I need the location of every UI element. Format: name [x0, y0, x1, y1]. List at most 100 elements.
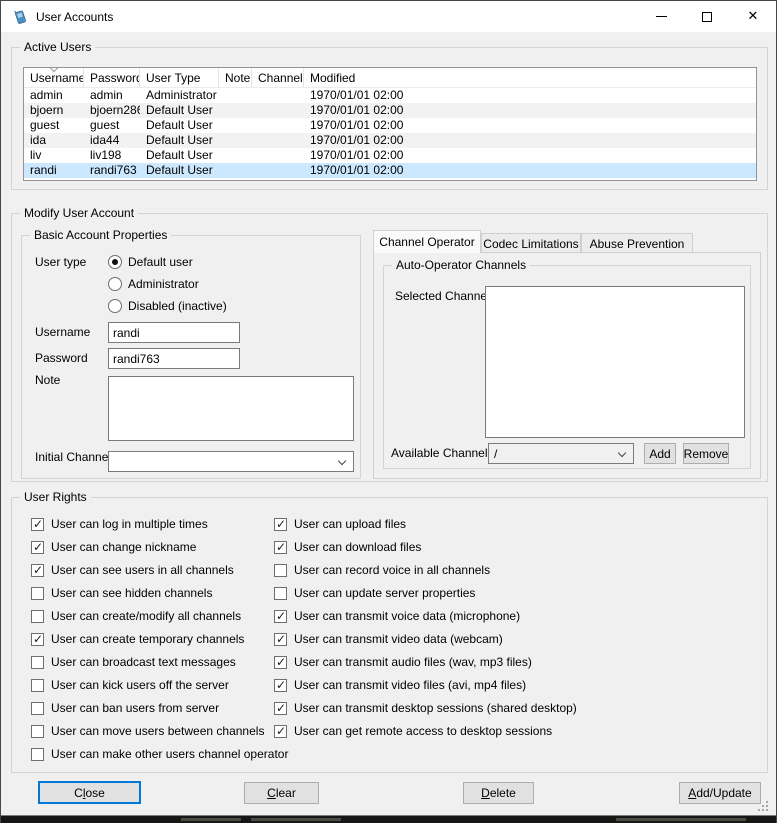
user-right-checkbox[interactable]: User can transmit voice data (microphone… — [274, 608, 520, 624]
cell-channel — [252, 118, 304, 133]
table-row[interactable]: livliv198Default User1970/01/01 02:00 — [24, 148, 756, 163]
resize-grip[interactable] — [758, 809, 760, 811]
delete-button[interactable]: Delete — [463, 782, 534, 804]
cell-password: admin — [84, 88, 140, 103]
user-right-checkbox[interactable]: User can see hidden channels — [31, 585, 212, 601]
user-type-radio-default-user[interactable]: Default user — [108, 254, 193, 270]
table-row[interactable]: adminadminAdministrator1970/01/01 02:00 — [24, 88, 756, 103]
cell-password: liv198 — [84, 148, 140, 163]
user-right-checkbox[interactable]: User can see users in all channels — [31, 562, 234, 578]
note-label: Note — [35, 372, 60, 388]
column-header-modified[interactable]: Modified — [304, 68, 756, 87]
table-header: UsernamePasswordUser TypeNoteChannelModi… — [24, 68, 756, 88]
user-right-checkbox[interactable]: User can record voice in all channels — [274, 562, 490, 578]
tab-channel-operator[interactable]: Channel Operator — [373, 230, 481, 253]
user-right-checkbox[interactable]: User can transmit desktop sessions (shar… — [274, 700, 577, 716]
cell-modified: 1970/01/01 02:00 — [304, 118, 756, 133]
username-label: Username — [35, 324, 90, 340]
initial-channel-combobox[interactable] — [108, 451, 354, 472]
add-button[interactable]: Add — [644, 443, 676, 464]
user-type-label: User type — [35, 254, 86, 270]
column-header-note[interactable]: Note — [219, 68, 252, 87]
add-update-button[interactable]: Add/Update — [679, 782, 761, 804]
user-rights-legend: User Rights — [20, 490, 91, 505]
user-right-checkbox[interactable]: User can make other users channel operat… — [31, 746, 288, 762]
user-right-checkbox[interactable]: User can transmit video data (webcam) — [274, 631, 503, 647]
cell-channel — [252, 133, 304, 148]
active-users-table[interactable]: UsernamePasswordUser TypeNoteChannelModi… — [23, 67, 757, 181]
cell-modified: 1970/01/01 02:00 — [304, 133, 756, 148]
username-input[interactable] — [108, 322, 240, 343]
tab-codec-limitations[interactable]: Codec Limitations — [481, 233, 581, 253]
cell-channel — [252, 88, 304, 103]
selected-channels-listbox[interactable] — [485, 286, 745, 438]
close-button[interactable]: Close — [38, 781, 141, 804]
user-right-checkbox[interactable]: User can transmit audio files (wav, mp3 … — [274, 654, 532, 670]
clear-button[interactable]: Clear — [244, 782, 319, 804]
table-row[interactable]: randirandi763Default User1970/01/01 02:0… — [24, 163, 756, 178]
cell-channel — [252, 103, 304, 118]
checkbox-label: User can move users between channels — [51, 724, 264, 738]
cell-channel — [252, 148, 304, 163]
cell-username: admin — [24, 88, 84, 103]
checkbox-icon — [274, 702, 287, 715]
checkbox-label: User can kick users off the server — [51, 678, 229, 692]
checkbox-label: User can download files — [294, 540, 421, 554]
minimize-button[interactable] — [638, 1, 684, 32]
checkbox-icon — [31, 725, 44, 738]
cell-password: guest — [84, 118, 140, 133]
user-right-checkbox[interactable]: User can update server properties — [274, 585, 475, 601]
user-right-checkbox[interactable]: User can create/modify all channels — [31, 608, 241, 624]
user-right-checkbox[interactable]: User can change nickname — [31, 539, 196, 555]
cell-user_type: Default User — [140, 133, 219, 148]
checkbox-icon — [31, 656, 44, 669]
user-right-checkbox[interactable]: User can get remote access to desktop se… — [274, 723, 552, 739]
checkbox-label: User can transmit audio files (wav, mp3 … — [294, 655, 532, 669]
modify-user-account-legend: Modify User Account — [20, 206, 138, 221]
close-icon: ✕ — [748, 10, 759, 23]
column-header-user-type[interactable]: User Type — [140, 68, 219, 87]
cell-user_type: Default User — [140, 163, 219, 178]
checkbox-icon — [31, 564, 44, 577]
maximize-button[interactable] — [684, 1, 730, 32]
checkbox-icon — [274, 656, 287, 669]
user-accounts-dialog: User Accounts ✕ Active Users UsernamePas… — [0, 0, 777, 823]
checkbox-label: User can upload files — [294, 517, 406, 531]
available-channels-label: Available Channels — [391, 445, 494, 461]
user-right-checkbox[interactable]: User can create temporary channels — [31, 631, 244, 647]
table-row[interactable]: idaida44Default User1970/01/01 02:00 — [24, 133, 756, 148]
close-window-button[interactable]: ✕ — [730, 1, 776, 32]
cell-modified: 1970/01/01 02:00 — [304, 103, 756, 118]
checkbox-label: User can log in multiple times — [51, 517, 208, 531]
user-right-checkbox[interactable]: User can move users between channels — [31, 723, 264, 739]
titlebar: User Accounts ✕ — [1, 1, 776, 32]
password-input[interactable] — [108, 348, 240, 369]
tab-abuse-prevention[interactable]: Abuse Prevention — [581, 233, 693, 253]
checkbox-label: User can see hidden channels — [51, 586, 212, 600]
available-channels-combobox[interactable]: / — [488, 443, 634, 464]
user-type-radio-administrator[interactable]: Administrator — [108, 276, 199, 292]
user-right-checkbox[interactable]: User can download files — [274, 539, 421, 555]
column-header-password[interactable]: Password — [84, 68, 140, 87]
user-right-checkbox[interactable]: User can log in multiple times — [31, 516, 208, 532]
remove-button[interactable]: Remove — [683, 443, 729, 464]
user-right-checkbox[interactable]: User can upload files — [274, 516, 406, 532]
table-row[interactable]: bjoernbjoern286Default User1970/01/01 02… — [24, 103, 756, 118]
note-textarea[interactable] — [108, 376, 354, 441]
selected-channels-label: Selected Channels — [395, 288, 496, 304]
checkbox-icon — [31, 518, 44, 531]
checkbox-icon — [274, 725, 287, 738]
checkbox-label: User can transmit video data (webcam) — [294, 632, 503, 646]
cell-user_type: Default User — [140, 103, 219, 118]
column-header-channel[interactable]: Channel — [252, 68, 304, 87]
user-right-checkbox[interactable]: User can ban users from server — [31, 700, 219, 716]
checkbox-icon — [31, 633, 44, 646]
user-type-radio-disabled-inactive-[interactable]: Disabled (inactive) — [108, 298, 227, 314]
checkbox-label: User can transmit video files (avi, mp4 … — [294, 678, 526, 692]
user-right-checkbox[interactable]: User can transmit video files (avi, mp4 … — [274, 677, 526, 693]
user-right-checkbox[interactable]: User can broadcast text messages — [31, 654, 236, 670]
table-row[interactable]: guestguestDefault User1970/01/01 02:00 — [24, 118, 756, 133]
cell-password: randi763 — [84, 163, 140, 178]
checkbox-label: User can transmit desktop sessions (shar… — [294, 701, 577, 715]
user-right-checkbox[interactable]: User can kick users off the server — [31, 677, 229, 693]
